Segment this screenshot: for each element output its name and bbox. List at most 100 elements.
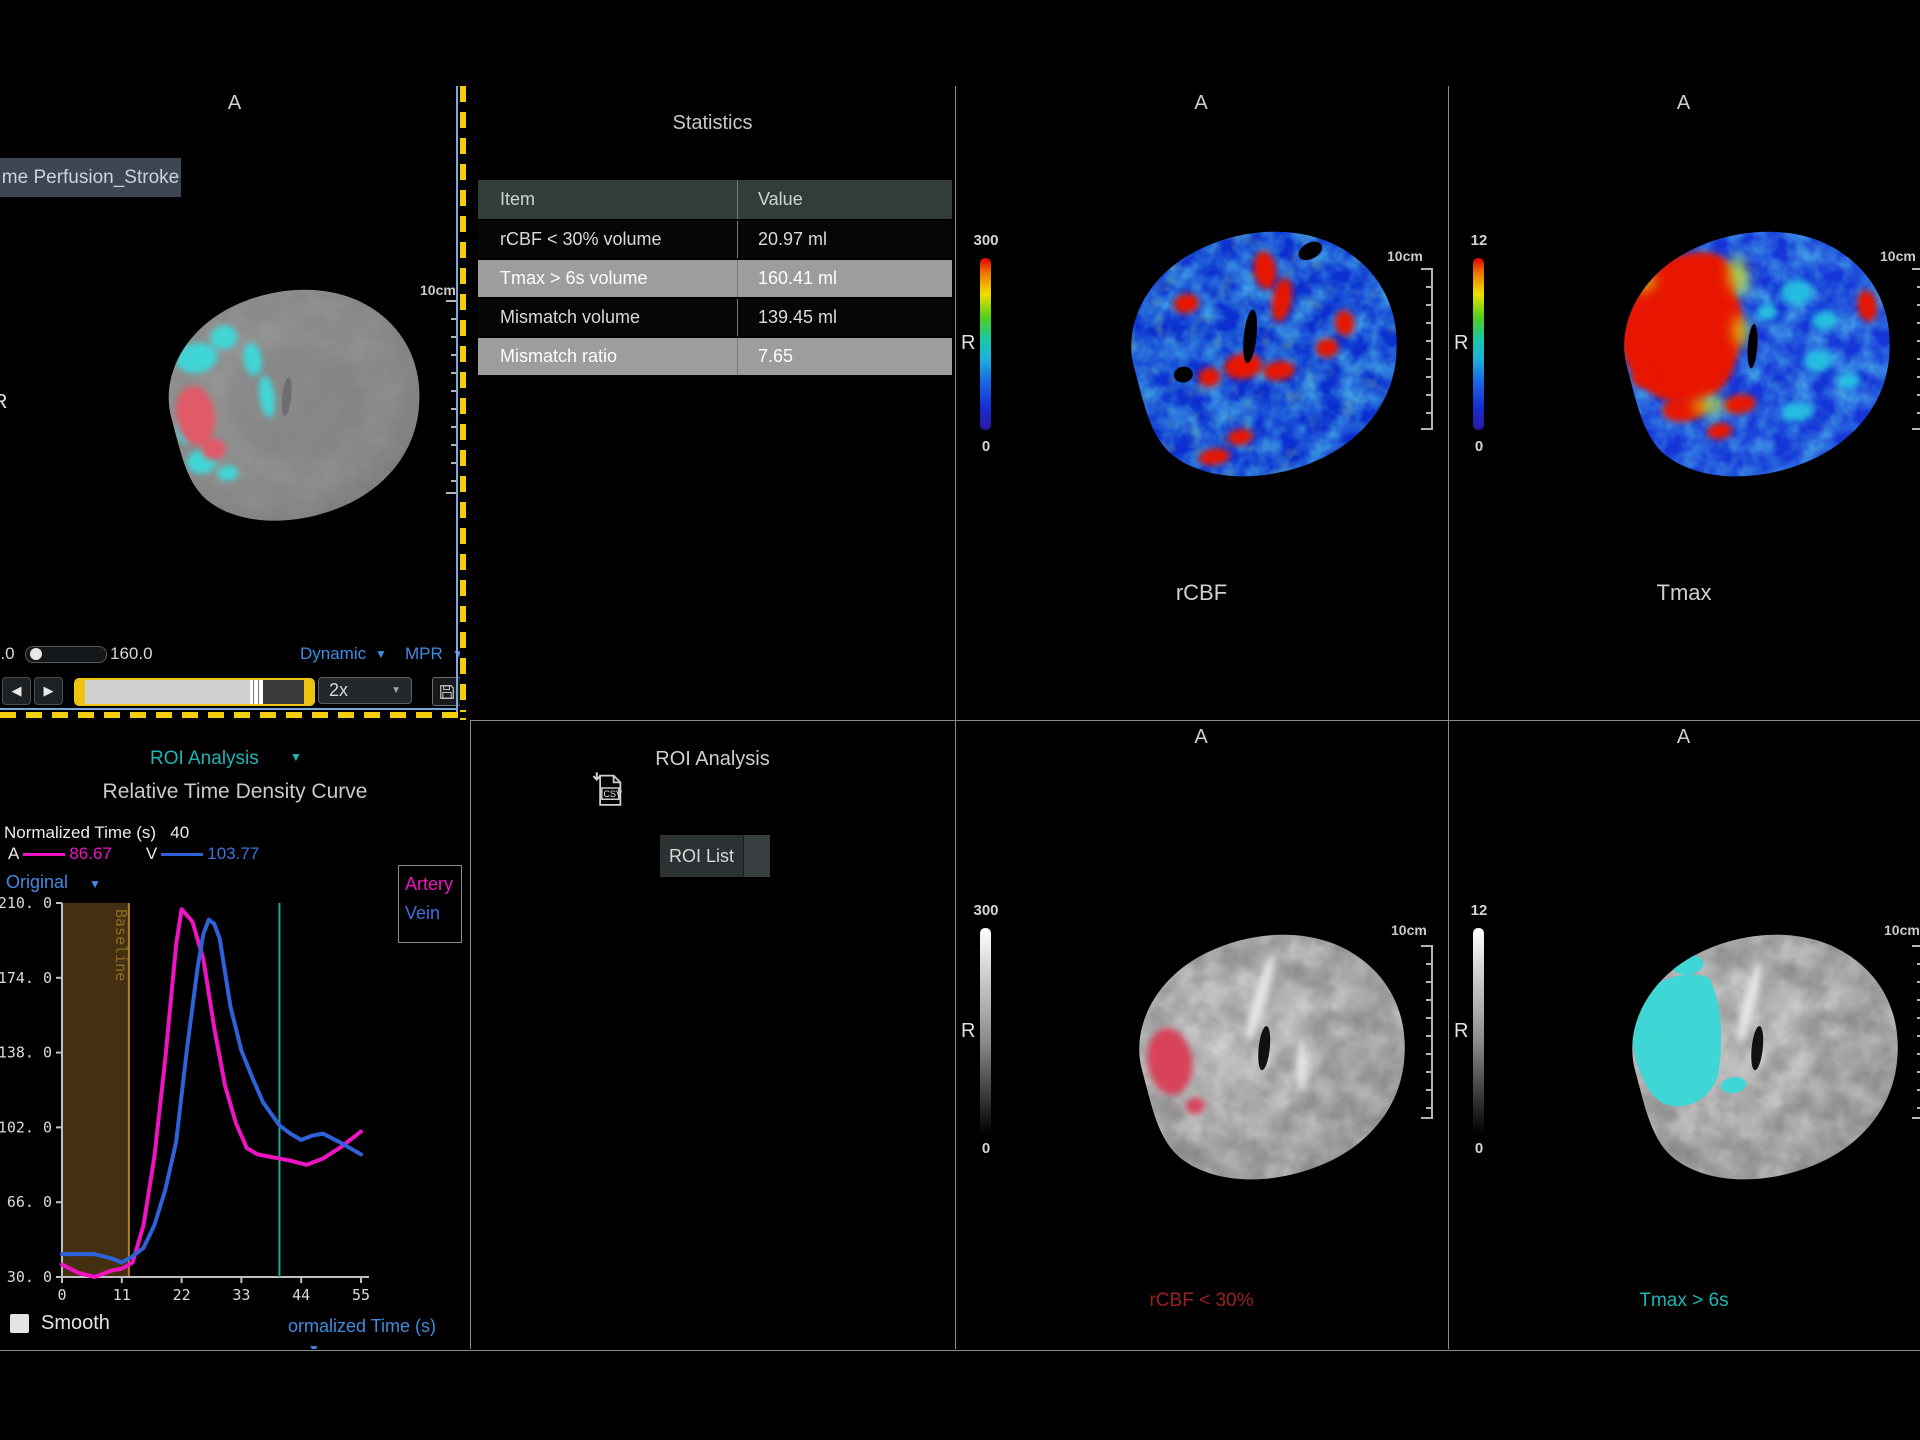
x-tick-label: 11 — [113, 1286, 131, 1304]
x-tick-label: 0 — [57, 1286, 66, 1304]
stat-item-cell: Mismatch volume — [478, 298, 738, 337]
mode-dropdown-arrow-icon[interactable]: ▼ — [375, 647, 387, 661]
y-tick-label: 66. 0 — [7, 1193, 52, 1211]
window-high-value: 160.0 — [110, 644, 153, 664]
roi-list-button-tail[interactable] — [743, 835, 770, 877]
tmax-map-image[interactable] — [1563, 192, 1917, 504]
chevron-down-icon[interactable]: ▼ — [89, 877, 101, 891]
stat-value-cell: 7.65 — [738, 337, 953, 376]
window-low-value: 6.0 — [0, 644, 15, 664]
tmax-threshold-image[interactable] — [1571, 895, 1920, 1207]
vein-swatch — [161, 853, 203, 856]
y-tick-label: 138. 0 — [0, 1044, 52, 1062]
save-icon — [437, 682, 457, 702]
frame-scrollbar[interactable] — [74, 678, 315, 706]
artery-value: 86.67 — [69, 844, 112, 864]
rcbf-map-image[interactable] — [1070, 192, 1424, 504]
rainbow-colorbar — [1473, 258, 1484, 430]
panel-divider — [1448, 86, 1449, 1349]
side-label: R — [1454, 1020, 1468, 1043]
roi-list-button[interactable]: ROI List — [660, 835, 770, 877]
side-label: R — [961, 1020, 975, 1043]
scrollbar-right-cap[interactable] — [304, 680, 313, 704]
orientation-label: A — [955, 92, 1448, 115]
vein-value: 103.77 — [207, 844, 259, 864]
svg-text:CSV: CSV — [604, 789, 623, 799]
scale-ruler — [1912, 268, 1920, 430]
column-header-item: Item — [478, 180, 738, 220]
tmax-threshold-viewport[interactable]: A 12 0 R 10cm Tmax > 6s — [1448, 720, 1920, 1349]
map-title: rCBF < 30% — [955, 1290, 1448, 1312]
orientation-label: A — [0, 92, 470, 115]
series-badge: me Perfusion_Stroke — [0, 158, 181, 197]
map-title: rCBF — [955, 580, 1448, 606]
panel-divider — [470, 720, 471, 1349]
grayscale-colorbar — [980, 928, 991, 1134]
zoom-select[interactable]: 2x▼ — [318, 677, 412, 704]
rcbf-threshold-viewport[interactable]: A 300 0 R 10cm rCBF < 30% — [955, 720, 1448, 1349]
statistics-row[interactable]: Mismatch ratio7.65 — [478, 337, 952, 376]
colorbar-max: 12 — [1457, 232, 1501, 249]
roi-analysis-panel: ROI Analysis CSV ROI List — [470, 720, 955, 1349]
y-tick-label: 30. 0 — [7, 1268, 52, 1286]
selection-border-dashed-bottom — [0, 712, 466, 718]
mpr-viewport[interactable]: A me Perfusion_Stroke R 10cm 6.0 160.0 D… — [0, 86, 470, 720]
colorbar-min: 0 — [964, 1140, 1008, 1157]
ct-brain-image[interactable] — [112, 252, 445, 546]
csv-export-button[interactable]: CSV — [590, 768, 626, 808]
colorbar-min: 0 — [1457, 1140, 1501, 1157]
smooth-label: Smooth — [41, 1312, 110, 1335]
prev-frame-button[interactable]: ◀ — [2, 677, 31, 705]
legend-artery: Artery — [405, 874, 461, 895]
csv-export-icon: CSV — [590, 768, 626, 808]
rainbow-colorbar — [980, 258, 991, 430]
window-level-slider[interactable] — [25, 646, 107, 663]
stat-value-cell: 160.41 ml — [738, 259, 953, 298]
scrollbar-track-filled[interactable] — [85, 680, 250, 704]
chevron-down-icon: ▼ — [391, 685, 401, 696]
chart-title: Relative Time Density Curve — [0, 780, 470, 804]
statistics-row[interactable]: rCBF < 30% volume20.97 ml — [478, 220, 952, 259]
normalized-time-value: 40 — [170, 823, 189, 842]
window-level-knob[interactable] — [30, 648, 42, 660]
mode-dropdown[interactable]: Dynamic — [300, 644, 366, 664]
baseline-label: Baseline — [112, 909, 130, 981]
colorbar-max: 300 — [964, 902, 1008, 919]
statistics-row[interactable]: Mismatch volume139.45 ml — [478, 298, 952, 337]
stat-item-cell: Tmax > 6s volume — [478, 259, 738, 298]
stat-value-cell: 20.97 ml — [738, 220, 953, 259]
side-label: R — [1454, 332, 1468, 355]
roi-analysis-dropdown[interactable]: ROI Analysis ▼ — [150, 748, 259, 770]
smooth-option[interactable]: Smooth — [10, 1312, 110, 1335]
statistics-row[interactable]: Tmax > 6s volume160.41 ml — [478, 259, 952, 298]
column-header-value: Value — [738, 180, 953, 220]
next-frame-button[interactable]: ▶ — [34, 677, 63, 705]
rcbf-map-viewport[interactable]: A 300 0 R 10cm rCBF — [955, 86, 1448, 720]
grayscale-colorbar — [1473, 928, 1484, 1134]
orientation-label: A — [1448, 92, 1920, 115]
statistics-panel: Statistics Item Value rCBF < 30% volume2… — [470, 86, 955, 720]
chart-legend: Artery Vein — [398, 865, 462, 943]
stat-item-cell: rCBF < 30% volume — [478, 220, 738, 259]
chevron-down-icon[interactable]: ▼ — [290, 750, 302, 764]
statistics-title: Statistics — [470, 112, 955, 135]
smooth-checkbox[interactable] — [10, 1314, 29, 1333]
y-tick-label: 210. 0 — [0, 894, 52, 912]
roi-analysis-title: ROI Analysis — [470, 748, 955, 771]
view-dropdown[interactable]: MPR — [405, 644, 443, 664]
stat-item-cell: Mismatch ratio — [478, 337, 738, 376]
x-tick-label: 22 — [173, 1286, 191, 1304]
selection-border-inner — [456, 86, 458, 712]
rcbf-threshold-image[interactable] — [1078, 895, 1432, 1207]
tmax-map-viewport[interactable]: A 12 0 R 10cm Tmax — [1448, 86, 1920, 720]
side-label: R — [0, 391, 7, 414]
selection-border-dashed — [460, 86, 466, 720]
scrollbar-left-cap[interactable] — [76, 680, 85, 704]
x-axis-dropdown[interactable]: ormalized Time (s) ▼ — [288, 1316, 470, 1349]
legend-vein: Vein — [405, 903, 461, 924]
y-tick-label: 174. 0 — [0, 969, 52, 987]
scrollbar-handle[interactable] — [250, 680, 263, 704]
scale-ruler — [1421, 268, 1433, 430]
tdc-chart-svg[interactable]: Baseline210. 0174. 0138. 0102. 066. 030.… — [0, 890, 470, 1310]
chevron-down-icon[interactable]: ▼ — [308, 1342, 320, 1349]
